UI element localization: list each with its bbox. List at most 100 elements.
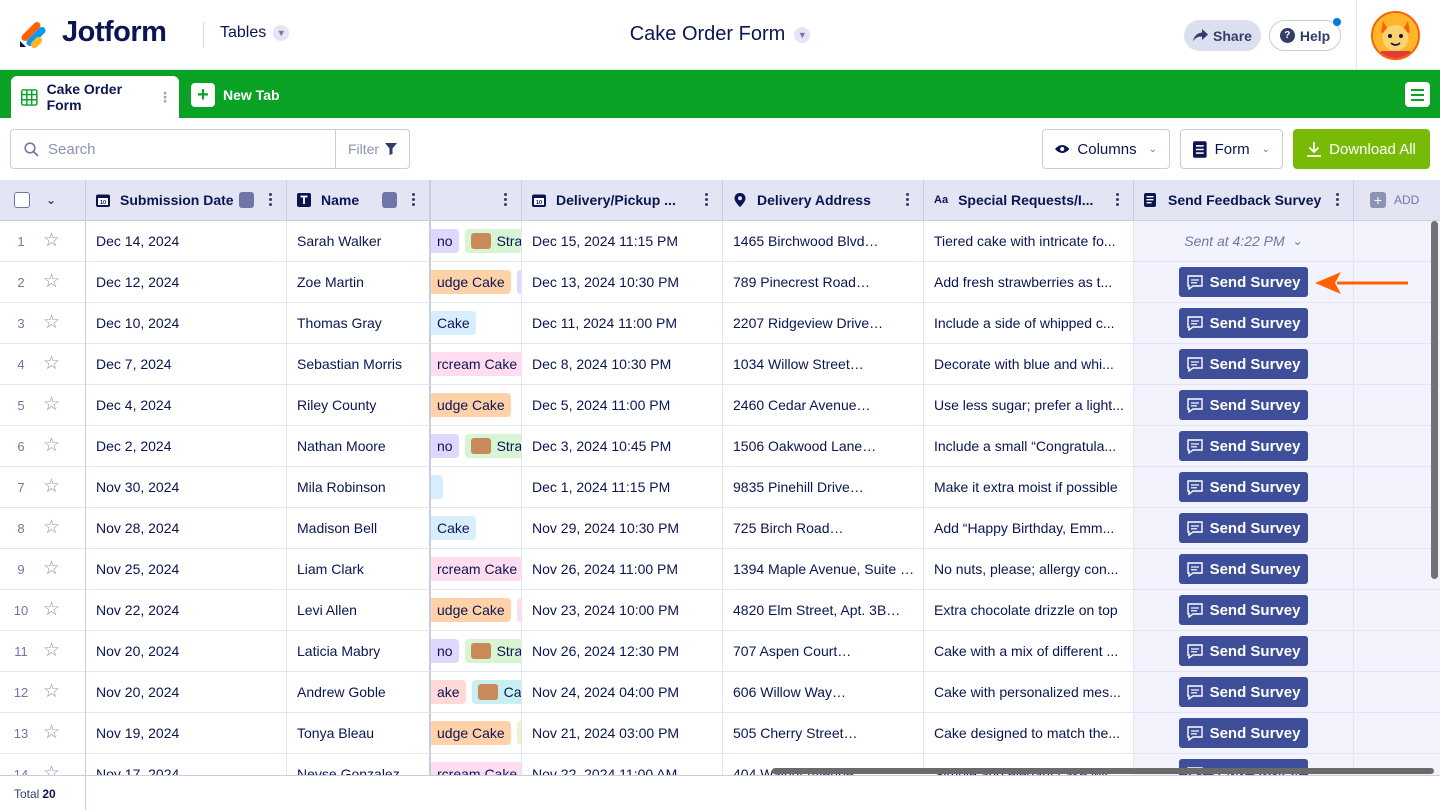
- column-header-delivery-pickup[interactable]: 10 Delivery/Pickup ...: [522, 180, 723, 221]
- cake-type-cell[interactable]: Cake: [431, 508, 522, 549]
- address-cell[interactable]: 1465 Birchwood Blvd…: [723, 221, 924, 262]
- form-title-button[interactable]: Cake Order Form ▼: [630, 23, 811, 46]
- send-survey-button[interactable]: Send Survey: [1179, 554, 1308, 584]
- survey-cell[interactable]: Send Survey: [1134, 344, 1354, 385]
- survey-sent-status[interactable]: Sent at 4:22 PM: [1184, 233, 1284, 249]
- address-cell[interactable]: 1394 Maple Avenue, Suite …: [723, 549, 924, 590]
- survey-cell[interactable]: Send Survey: [1134, 549, 1354, 590]
- survey-cell[interactable]: Send Survey: [1134, 508, 1354, 549]
- special-cell[interactable]: Extra chocolate drizzle on top: [924, 590, 1134, 631]
- table-menu-icon[interactable]: [1405, 82, 1430, 107]
- column-header-send-feedback-survey[interactable]: Send Feedback Survey: [1134, 180, 1354, 221]
- special-cell[interactable]: Add fresh strawberries as t...: [924, 262, 1134, 303]
- address-cell[interactable]: 9835 Pinehill Drive…: [723, 467, 924, 508]
- name-cell[interactable]: Madison Bell: [287, 508, 431, 549]
- star-icon[interactable]: ☆: [43, 600, 60, 619]
- share-button[interactable]: Share: [1184, 20, 1261, 51]
- survey-cell[interactable]: Send Survey: [1134, 631, 1354, 672]
- download-all-button[interactable]: Download All: [1293, 129, 1430, 169]
- star-icon[interactable]: ☆: [43, 641, 60, 660]
- address-cell[interactable]: 4820 Elm Street, Apt. 3B…: [723, 590, 924, 631]
- send-survey-button[interactable]: Send Survey: [1179, 349, 1308, 379]
- vertical-scrollbar[interactable]: [1431, 221, 1438, 579]
- select-all-checkbox[interactable]: [14, 192, 30, 208]
- column-menu-icon[interactable]: [1336, 193, 1339, 206]
- special-cell[interactable]: Make it extra moist if possible: [924, 467, 1134, 508]
- pin-icon[interactable]: [239, 192, 254, 208]
- delivery-cell[interactable]: Nov 24, 2024 04:00 PM: [522, 672, 723, 713]
- star-icon[interactable]: ☆: [43, 682, 60, 701]
- survey-cell[interactable]: Send Survey: [1134, 590, 1354, 631]
- search-input[interactable]: Search: [10, 129, 336, 169]
- name-cell[interactable]: Tonya Bleau: [287, 713, 431, 754]
- star-icon[interactable]: ☆: [43, 313, 60, 332]
- special-cell[interactable]: No nuts, please; allergy con...: [924, 549, 1134, 590]
- name-cell[interactable]: Levi Allen: [287, 590, 431, 631]
- cake-type-cell[interactable]: udge Cake: [431, 590, 522, 631]
- survey-cell[interactable]: Send Survey: [1134, 385, 1354, 426]
- address-cell[interactable]: 789 Pinecrest Road…: [723, 262, 924, 303]
- column-menu-icon[interactable]: [906, 193, 909, 206]
- send-survey-button[interactable]: Send Survey: [1179, 636, 1308, 666]
- chevron-down-icon[interactable]: ⌄: [1293, 234, 1303, 248]
- send-survey-button[interactable]: Send Survey: [1179, 472, 1308, 502]
- new-tab-button[interactable]: + New Tab: [191, 83, 280, 107]
- cake-type-cell[interactable]: ake Ca: [431, 672, 522, 713]
- date-cell[interactable]: Nov 19, 2024: [86, 713, 287, 754]
- survey-cell[interactable]: Sent at 4:22 PM ⌄: [1134, 221, 1354, 262]
- special-cell[interactable]: Cake with personalized mes...: [924, 672, 1134, 713]
- column-menu-icon[interactable]: [504, 193, 507, 206]
- special-cell[interactable]: Cake with a mix of different ...: [924, 631, 1134, 672]
- delivery-cell[interactable]: Nov 21, 2024 03:00 PM: [522, 713, 723, 754]
- pin-icon[interactable]: [382, 192, 397, 208]
- send-survey-button[interactable]: Send Survey: [1179, 390, 1308, 420]
- special-cell[interactable]: Add “Happy Birthday, Emm...: [924, 508, 1134, 549]
- star-icon[interactable]: ☆: [43, 354, 60, 373]
- address-cell[interactable]: 707 Aspen Court…: [723, 631, 924, 672]
- add-column-button[interactable]: + ADD: [1354, 180, 1440, 221]
- name-cell[interactable]: Thomas Gray: [287, 303, 431, 344]
- special-cell[interactable]: Include a small “Congratula...: [924, 426, 1134, 467]
- survey-cell[interactable]: Send Survey: [1134, 426, 1354, 467]
- cake-type-cell[interactable]: udge Cake: [431, 713, 522, 754]
- send-survey-button[interactable]: Send Survey: [1179, 267, 1308, 297]
- delivery-cell[interactable]: Dec 3, 2024 10:45 PM: [522, 426, 723, 467]
- tab-cake-order-form[interactable]: Cake Order Form ⋮: [11, 76, 179, 118]
- star-icon[interactable]: ☆: [43, 436, 60, 455]
- chevron-down-icon[interactable]: ⌄: [46, 193, 56, 207]
- date-cell[interactable]: Nov 25, 2024: [86, 549, 287, 590]
- star-icon[interactable]: ☆: [43, 231, 60, 250]
- column-menu-icon[interactable]: [412, 193, 415, 206]
- address-cell[interactable]: 606 Willow Way…: [723, 672, 924, 713]
- cake-type-cell[interactable]: udge Cake: [431, 262, 522, 303]
- cake-type-cell[interactable]: [431, 467, 522, 508]
- address-cell[interactable]: 2460 Cedar Avenue…: [723, 385, 924, 426]
- special-cell[interactable]: Cake designed to match the...: [924, 713, 1134, 754]
- column-menu-icon[interactable]: [705, 193, 708, 206]
- date-cell[interactable]: Dec 12, 2024: [86, 262, 287, 303]
- delivery-cell[interactable]: Dec 11, 2024 11:00 PM: [522, 303, 723, 344]
- cake-type-cell[interactable]: rcream Cake: [431, 344, 522, 385]
- send-survey-button[interactable]: Send Survey: [1179, 308, 1308, 338]
- cake-type-cell[interactable]: no Stra: [431, 221, 522, 262]
- date-cell[interactable]: Dec 2, 2024: [86, 426, 287, 467]
- send-survey-button[interactable]: Send Survey: [1179, 677, 1308, 707]
- delivery-cell[interactable]: Dec 15, 2024 11:15 PM: [522, 221, 723, 262]
- name-cell[interactable]: Sarah Walker: [287, 221, 431, 262]
- cake-type-cell[interactable]: rcream Cake: [431, 549, 522, 590]
- star-icon[interactable]: ☆: [43, 272, 60, 291]
- name-cell[interactable]: Mila Robinson: [287, 467, 431, 508]
- column-header-delivery-address[interactable]: Delivery Address: [723, 180, 924, 221]
- delivery-cell[interactable]: Nov 26, 2024 11:00 PM: [522, 549, 723, 590]
- date-cell[interactable]: Dec 14, 2024: [86, 221, 287, 262]
- column-header-cake-type[interactable]: [431, 180, 522, 221]
- date-cell[interactable]: Nov 20, 2024: [86, 672, 287, 713]
- send-survey-button[interactable]: Send Survey: [1179, 595, 1308, 625]
- special-cell[interactable]: Use less sugar; prefer a light...: [924, 385, 1134, 426]
- delivery-cell[interactable]: Dec 13, 2024 10:30 PM: [522, 262, 723, 303]
- delivery-cell[interactable]: Nov 23, 2024 10:00 PM: [522, 590, 723, 631]
- star-icon[interactable]: ☆: [43, 477, 60, 496]
- star-icon[interactable]: ☆: [43, 518, 60, 537]
- special-cell[interactable]: Decorate with blue and whi...: [924, 344, 1134, 385]
- delivery-cell[interactable]: Nov 26, 2024 12:30 PM: [522, 631, 723, 672]
